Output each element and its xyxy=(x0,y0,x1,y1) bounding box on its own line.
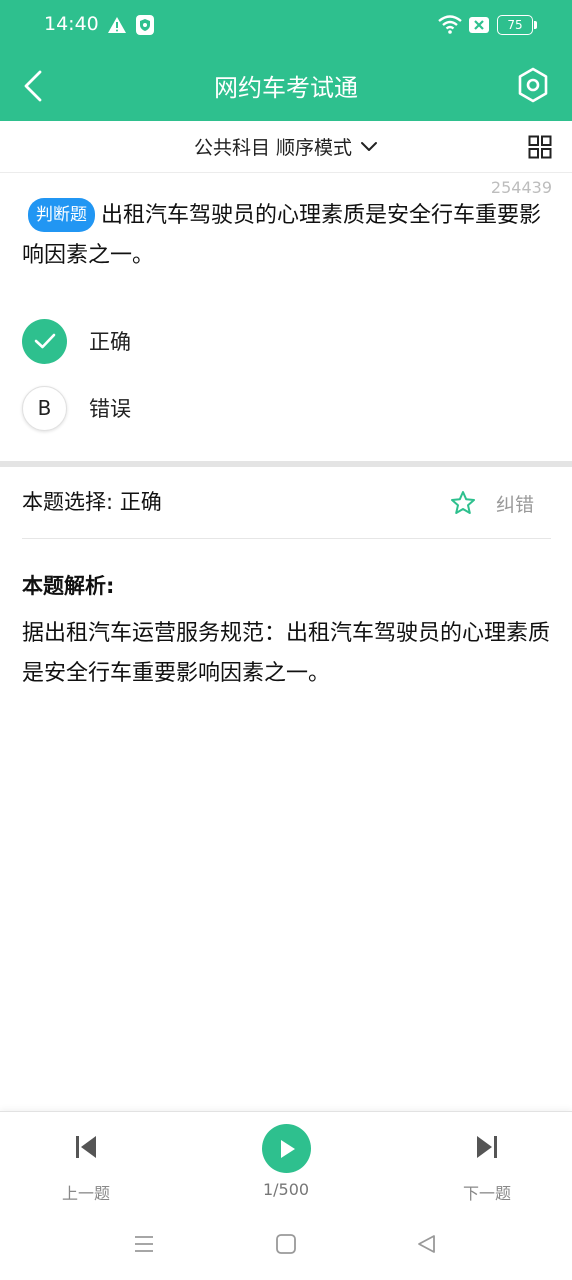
status-bar: 14:40 75 xyxy=(0,0,572,52)
skip-previous-icon xyxy=(76,1136,96,1158)
next-question-button[interactable]: 下一题 xyxy=(427,1112,547,1212)
system-navigation-bar xyxy=(0,1211,572,1280)
prev-question-button[interactable]: 上一题 xyxy=(26,1112,146,1212)
battery-indicator: 75 xyxy=(497,15,537,35)
status-time: 14:40 xyxy=(44,13,99,35)
next-question-label: 下一题 xyxy=(462,1184,511,1203)
app-header: 14:40 75 网约车考试通 xyxy=(0,0,572,121)
progress-label: 1/500 xyxy=(262,1180,310,1199)
question-text-block: 判断题 出租汽车驾驶员的心理素质是安全行车重要影响因素之一。 xyxy=(22,196,550,276)
system-back-icon[interactable] xyxy=(415,1233,437,1255)
check-icon xyxy=(34,333,55,349)
answer-label: 本题选择: xyxy=(22,490,114,514)
prev-question-label: 上一题 xyxy=(61,1184,110,1203)
answer-value: 正确 xyxy=(119,490,162,514)
option-a-marker xyxy=(22,318,67,364)
shield-icon xyxy=(136,15,154,35)
analysis-text: 据出租汽车运营服务规范：出租汽车驾驶员的心理素质是安全行车重要影响因素之一。 xyxy=(22,621,551,686)
play-circle xyxy=(262,1124,311,1173)
option-b[interactable]: B 错误 xyxy=(22,385,322,431)
divider xyxy=(22,538,551,539)
mode-label: 公共科目 顺序模式 xyxy=(193,137,353,159)
option-a[interactable]: 正确 xyxy=(22,318,322,364)
option-b-label: 错误 xyxy=(89,397,131,421)
question-text: 出租汽车驾驶员的心理素质是安全行车重要影响因素之一。 xyxy=(22,203,542,268)
page-title: 网约车考试通 xyxy=(214,74,358,102)
skip-next-icon xyxy=(477,1136,497,1158)
option-b-marker: B xyxy=(22,385,67,431)
mode-selector[interactable]: 公共科目 顺序模式 xyxy=(0,133,572,160)
mode-bar: 公共科目 顺序模式 xyxy=(0,121,572,173)
play-icon xyxy=(280,1139,295,1158)
analysis-title: 本题解析: xyxy=(22,574,115,598)
menu-icon[interactable] xyxy=(133,1233,155,1255)
no-sim-icon xyxy=(469,17,489,33)
wifi-icon xyxy=(438,15,462,34)
warning-icon xyxy=(108,17,126,33)
chevron-down-icon xyxy=(361,141,378,151)
home-icon[interactable] xyxy=(275,1233,297,1255)
battery-level: 75 xyxy=(507,18,523,32)
bottom-navigation: 上一题 1/500 下一题 xyxy=(0,1111,572,1211)
play-button[interactable]: 1/500 xyxy=(226,1112,346,1212)
report-error-button[interactable]: 纠错 xyxy=(496,490,534,517)
question-id: 254439 xyxy=(490,178,552,197)
star-icon[interactable] xyxy=(450,490,476,516)
section-divider xyxy=(0,461,572,467)
question-type-badge: 判断题 xyxy=(28,198,95,232)
settings-hexagon-icon[interactable] xyxy=(515,66,551,104)
grid-icon[interactable] xyxy=(528,135,552,159)
option-a-label: 正确 xyxy=(89,330,131,354)
